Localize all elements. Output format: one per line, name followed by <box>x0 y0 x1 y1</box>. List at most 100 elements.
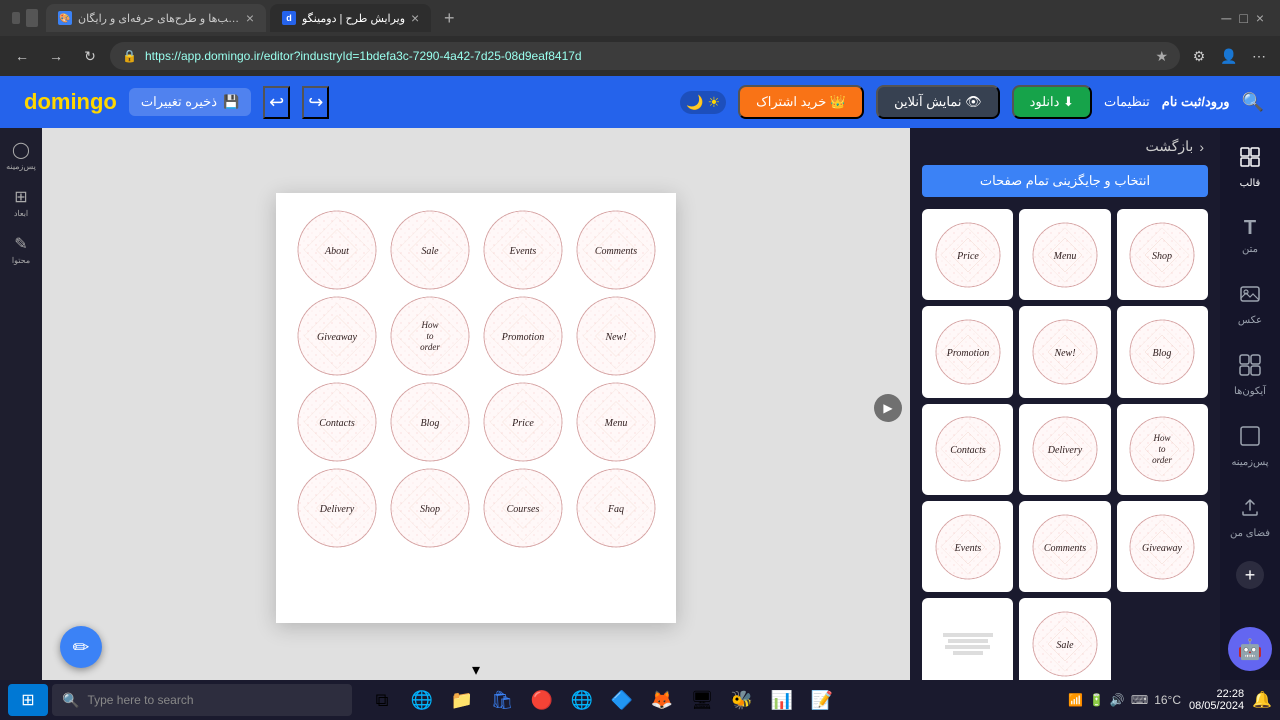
tab-2-close[interactable]: × <box>411 10 419 26</box>
start-button[interactable]: ⊞ <box>8 684 48 716</box>
sidebar-item-template[interactable]: قالب <box>1233 140 1267 195</box>
back-button[interactable]: ← <box>8 42 36 70</box>
svg-text:Giveaway: Giveaway <box>1142 543 1183 554</box>
canvas-circle-3[interactable]: Comments <box>571 209 660 291</box>
tab-2[interactable]: d ویرایش طرح | دومینگو × <box>270 4 431 32</box>
taskbar-app-explorer[interactable]: 📁 <box>444 682 480 718</box>
tab-1[interactable]: 🎨 قالب‌ها و طرح‌های حرفه‌ای و رایگان × <box>46 4 266 32</box>
template-item-6[interactable]: Contacts <box>922 404 1013 495</box>
canvas-circle-12[interactable]: Delivery <box>292 467 381 549</box>
taskbar-app-word[interactable]: 📝 <box>804 682 840 718</box>
taskbar-sys-icons: 📶 🔋 🔊 ⌨ 16°C <box>1068 693 1181 707</box>
tab-1-favicon: 🎨 <box>58 11 72 25</box>
template-item-4[interactable]: New! <box>1019 306 1110 397</box>
taskbar-app-chrome[interactable]: 🌐 <box>564 682 600 718</box>
login-link[interactable]: ورود/ثبت نام <box>1162 94 1230 110</box>
sidebar-item-text[interactable]: T متن <box>1236 211 1264 261</box>
template-item-8[interactable]: Howtoorder <box>1117 404 1208 495</box>
taskbar-app-store[interactable]: 🛍 <box>484 682 520 718</box>
expand-panel-button[interactable]: ▶ <box>874 394 902 422</box>
template-item-2[interactable]: Shop <box>1117 209 1208 300</box>
sidebar-item-icons[interactable]: آیکون‌ها <box>1228 348 1272 403</box>
maximize-button[interactable]: □ <box>1239 10 1247 26</box>
user-button[interactable]: 👤 <box>1216 43 1242 69</box>
panel-back-button[interactable]: بازگشت › <box>910 128 1220 165</box>
ai-button[interactable]: 🤖 <box>1228 627 1272 671</box>
template-item-5[interactable]: Blog <box>1117 306 1208 397</box>
template-item-10[interactable]: Comments <box>1019 501 1110 592</box>
taskbar-app-taskview[interactable]: ⧉ <box>364 682 400 718</box>
sidebar-add-button[interactable]: + <box>1236 561 1264 589</box>
svg-text:Menu: Menu <box>603 418 627 429</box>
taskbar-app-excel[interactable]: 📊 <box>764 682 800 718</box>
close-window-button[interactable]: × <box>1256 10 1264 26</box>
notification-button[interactable]: 🔔 <box>1252 690 1272 710</box>
tab-1-close[interactable]: × <box>246 10 254 26</box>
tool-content[interactable]: ✎ محتوا <box>8 230 34 269</box>
download-button[interactable]: دانلود ⬇ <box>1012 85 1092 119</box>
canvas-circle-0[interactable]: About <box>292 209 381 291</box>
canvas-circle-13[interactable]: Shop <box>385 467 474 549</box>
sidebar-item-my-space[interactable]: فضای من <box>1224 490 1276 545</box>
new-tab-button[interactable]: + <box>435 4 463 32</box>
canvas-circle-11[interactable]: Menu <box>571 381 660 463</box>
template-item-12[interactable] <box>922 598 1013 689</box>
fab-button[interactable]: ✏ <box>60 626 102 668</box>
save-button[interactable]: ذخیره تغییرات 💾 <box>129 88 251 116</box>
settings-link[interactable]: تنظیمات <box>1104 94 1150 110</box>
template-item-7[interactable]: Delivery <box>1019 404 1110 495</box>
template-item-3[interactable]: Promotion <box>922 306 1013 397</box>
taskbar-search[interactable]: 🔍 Type here to search <box>52 684 352 716</box>
preview-button[interactable]: نمایش آنلاین 👁 <box>876 85 1000 119</box>
back-chevron-icon: › <box>1199 139 1204 155</box>
canvas-circle-10[interactable]: Price <box>478 381 567 463</box>
taskbar-app-red[interactable]: 🔴 <box>524 682 560 718</box>
refresh-button[interactable]: ↻ <box>76 42 104 70</box>
background-label: پس‌زمینه <box>6 162 36 171</box>
undo-button[interactable]: ↩ <box>263 86 290 119</box>
taskbar-clock[interactable]: 22:28 08/05/2024 <box>1189 688 1244 712</box>
svg-text:Price: Price <box>956 251 979 262</box>
theme-toggle[interactable]: 🌙 ☀ <box>680 91 726 114</box>
canvas-grid: About <box>276 193 676 565</box>
tool-background[interactable]: ◯ پس‌زمینه <box>2 136 40 175</box>
taskbar-app-firefox[interactable]: 🦊 <box>644 682 680 718</box>
template-item-9[interactable]: Events <box>922 501 1013 592</box>
redo-button[interactable]: ↪ <box>302 86 329 119</box>
canvas-circle-15[interactable]: Faq <box>571 467 660 549</box>
menu-button[interactable]: ⋯ <box>1246 43 1272 69</box>
upload-icon <box>1239 496 1261 524</box>
template-item-11[interactable]: Giveaway <box>1117 501 1208 592</box>
sidebar-item-photo[interactable]: عکس <box>1232 277 1268 332</box>
address-bar[interactable]: 🔒 https://app.domingo.ir/editor?industry… <box>110 42 1180 70</box>
svg-text:order: order <box>420 342 440 352</box>
forward-button[interactable]: → <box>42 42 70 70</box>
extensions-button[interactable]: ⚙ <box>1186 43 1212 69</box>
svg-text:Faq: Faq <box>606 504 623 515</box>
minimize-button[interactable]: ─ <box>1221 10 1231 26</box>
subscribe-button[interactable]: خرید اشتراک 👑 <box>738 85 864 119</box>
taskbar-search-input[interactable]: Type here to search <box>87 693 193 707</box>
canvas-circle-5[interactable]: Howtoorder <box>385 295 474 377</box>
template-item-1[interactable]: Menu <box>1019 209 1110 300</box>
svg-text:Promotion: Promotion <box>945 348 988 359</box>
template-item-13[interactable]: Sale <box>1019 598 1110 689</box>
svg-text:How: How <box>420 320 438 330</box>
canvas-circle-9[interactable]: Blog <box>385 381 474 463</box>
canvas-circle-2[interactable]: Events <box>478 209 567 291</box>
taskbar-app-bee[interactable]: 🐝 <box>724 682 760 718</box>
canvas-circle-6[interactable]: Promotion <box>478 295 567 377</box>
template-item-0[interactable]: Price <box>922 209 1013 300</box>
select-all-button[interactable]: انتخاب و جایگزینی تمام صفحات <box>922 165 1208 197</box>
taskbar-app-edge[interactable]: 🌐 <box>404 682 440 718</box>
canvas-circle-4[interactable]: Giveaway <box>292 295 381 377</box>
taskbar-app-diamond[interactable]: 🔷 <box>604 682 640 718</box>
taskbar-app-monitor[interactable]: 🖥 <box>684 682 720 718</box>
canvas-circle-14[interactable]: Courses <box>478 467 567 549</box>
sidebar-item-background[interactable]: پس‌زمینه <box>1225 419 1274 474</box>
canvas-circle-7[interactable]: New! <box>571 295 660 377</box>
canvas-circle-8[interactable]: Contacts <box>292 381 381 463</box>
tool-dimensions[interactable]: ⊞ ابعاد <box>10 183 32 222</box>
canvas-circle-1[interactable]: Sale <box>385 209 474 291</box>
header-search-icon[interactable]: 🔍 <box>1242 92 1264 113</box>
